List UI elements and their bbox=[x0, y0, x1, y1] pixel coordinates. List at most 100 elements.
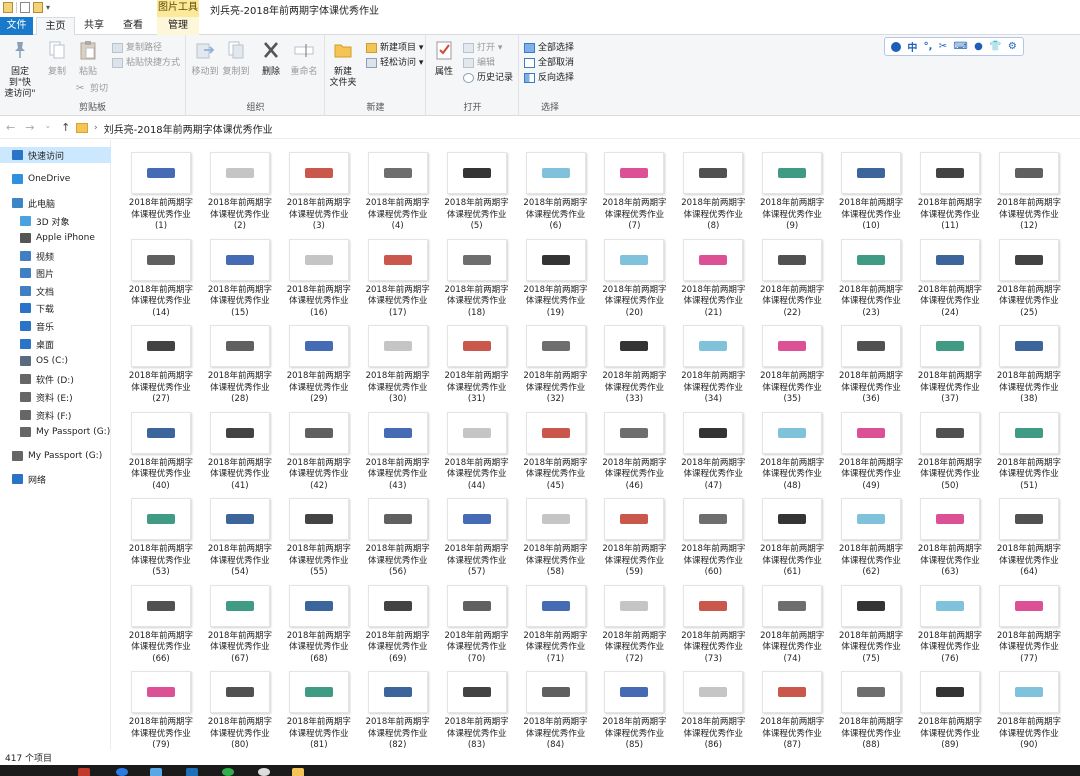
open-button[interactable]: 打开 ▾ bbox=[463, 41, 502, 55]
nav-item[interactable]: OneDrive bbox=[0, 171, 111, 187]
file-item[interactable]: 2018年前两期字 体课程优秀作业 (10) bbox=[833, 142, 909, 231]
file-item[interactable]: 2018年前两期字 体课程优秀作业 (88) bbox=[833, 661, 909, 750]
file-item[interactable]: 2018年前两期字 体课程优秀作业 (67) bbox=[202, 575, 278, 664]
file-item[interactable]: 2018年前两期字 体课程优秀作业 (15) bbox=[202, 229, 278, 318]
recent-chevron-icon[interactable]: ⌄ bbox=[44, 121, 51, 134]
file-item[interactable]: 2018年前两期字 体课程优秀作业 (54) bbox=[202, 488, 278, 577]
file-item[interactable]: 2018年前两期字 体课程优秀作业 (18) bbox=[439, 229, 515, 318]
breadcrumb-chevron-icon[interactable]: › bbox=[94, 123, 98, 133]
file-item[interactable]: 2018年前两期字 体课程优秀作业 (27) bbox=[123, 315, 199, 404]
file-item[interactable]: 2018年前两期字 体课程优秀作业 (64) bbox=[991, 488, 1067, 577]
file-item[interactable]: 2018年前两期字 体课程优秀作业 (71) bbox=[518, 575, 594, 664]
file-item[interactable]: 2018年前两期字 体课程优秀作业 (58) bbox=[518, 488, 594, 577]
file-item[interactable]: 2018年前两期字 体课程优秀作业 (29) bbox=[281, 315, 357, 404]
file-item[interactable]: 2018年前两期字 体课程优秀作业 (11) bbox=[912, 142, 988, 231]
edit-button[interactable]: 编辑 bbox=[463, 56, 495, 70]
taskbar-app-icon[interactable] bbox=[258, 768, 270, 776]
file-item[interactable]: 2018年前两期字 体课程优秀作业 (68) bbox=[281, 575, 357, 664]
new-item-button[interactable]: 新建项目 ▾ bbox=[366, 41, 423, 55]
tab-share[interactable]: 共享 bbox=[78, 17, 110, 35]
file-item[interactable]: 2018年前两期字 体课程优秀作业 (48) bbox=[754, 402, 830, 491]
file-item[interactable]: 2018年前两期字 体课程优秀作业 (53) bbox=[123, 488, 199, 577]
nav-item[interactable]: 文档 bbox=[0, 283, 111, 299]
nav-item[interactable]: Apple iPhone bbox=[0, 230, 111, 246]
select-none-button[interactable]: 全部取消 bbox=[524, 56, 574, 70]
nav-item[interactable]: 快速访问 bbox=[0, 147, 111, 163]
file-item[interactable]: 2018年前两期字 体课程优秀作业 (23) bbox=[833, 229, 909, 318]
back-arrow-icon[interactable]: ← bbox=[6, 121, 15, 134]
ime-punctuation[interactable]: °, bbox=[924, 41, 933, 52]
ime-skin-icon[interactable]: 👕 bbox=[989, 41, 1001, 52]
file-item[interactable]: 2018年前两期字 体课程优秀作业 (8) bbox=[675, 142, 751, 231]
file-item[interactable]: 2018年前两期字 体课程优秀作业 (45) bbox=[518, 402, 594, 491]
nav-item[interactable]: My Passport (G:) bbox=[0, 448, 111, 464]
file-item[interactable]: 2018年前两期字 体课程优秀作业 (7) bbox=[596, 142, 672, 231]
file-item[interactable]: 2018年前两期字 体课程优秀作业 (9) bbox=[754, 142, 830, 231]
tab-manage[interactable]: 管理 bbox=[157, 17, 199, 35]
ime-chinese-mode[interactable]: 中 bbox=[907, 39, 917, 54]
file-item[interactable]: 2018年前两期字 体课程优秀作业 (75) bbox=[833, 575, 909, 664]
nav-item[interactable]: 3D 对象 bbox=[0, 213, 111, 229]
easy-access-button[interactable]: 轻松访问 ▾ bbox=[366, 56, 423, 70]
file-item[interactable]: 2018年前两期字 体课程优秀作业 (28) bbox=[202, 315, 278, 404]
ime-settings-icon[interactable]: ⚙ bbox=[1008, 41, 1017, 52]
file-item[interactable]: 2018年前两期字 体课程优秀作业 (6) bbox=[518, 142, 594, 231]
forward-arrow-icon[interactable]: → bbox=[25, 121, 34, 134]
file-item[interactable]: 2018年前两期字 体课程优秀作业 (87) bbox=[754, 661, 830, 750]
nav-item[interactable]: 软件 (D:) bbox=[0, 371, 111, 387]
pin-quick-access-button[interactable]: 固定到"快 速访问" bbox=[0, 39, 40, 100]
nav-item[interactable]: 图片 bbox=[0, 265, 111, 281]
file-item[interactable]: 2018年前两期字 体课程优秀作业 (22) bbox=[754, 229, 830, 318]
file-item[interactable]: 2018年前两期字 体课程优秀作业 (46) bbox=[596, 402, 672, 491]
qat-dropdown-icon[interactable]: ▾ bbox=[46, 3, 50, 12]
file-item[interactable]: 2018年前两期字 体课程优秀作业 (14) bbox=[123, 229, 199, 318]
file-item[interactable]: 2018年前两期字 体课程优秀作业 (51) bbox=[991, 402, 1067, 491]
file-item[interactable]: 2018年前两期字 体课程优秀作业 (5) bbox=[439, 142, 515, 231]
nav-item[interactable]: 音乐 bbox=[0, 318, 111, 334]
file-item[interactable]: 2018年前两期字 体课程优秀作业 (81) bbox=[281, 661, 357, 750]
ime-user-icon[interactable]: ● bbox=[974, 41, 983, 52]
taskbar-explorer-icon[interactable] bbox=[292, 768, 304, 776]
file-item[interactable]: 2018年前两期字 体课程优秀作业 (21) bbox=[675, 229, 751, 318]
address-field[interactable]: › 刘兵亮-2018年前两期字体课优秀作业 bbox=[76, 120, 1080, 136]
file-item[interactable]: 2018年前两期字 体课程优秀作业 (57) bbox=[439, 488, 515, 577]
file-item[interactable]: 2018年前两期字 体课程优秀作业 (85) bbox=[596, 661, 672, 750]
file-item[interactable]: 2018年前两期字 体课程优秀作业 (74) bbox=[754, 575, 830, 664]
nav-item[interactable]: 资料 (F:) bbox=[0, 407, 111, 423]
file-item[interactable]: 2018年前两期字 体课程优秀作业 (76) bbox=[912, 575, 988, 664]
nav-item[interactable]: 下载 bbox=[0, 300, 111, 316]
taskbar-app-icon[interactable] bbox=[78, 768, 90, 776]
file-item[interactable]: 2018年前两期字 体课程优秀作业 (86) bbox=[675, 661, 751, 750]
file-item[interactable]: 2018年前两期字 体课程优秀作业 (61) bbox=[754, 488, 830, 577]
file-item[interactable]: 2018年前两期字 体课程优秀作业 (63) bbox=[912, 488, 988, 577]
file-item[interactable]: 2018年前两期字 体课程优秀作业 (37) bbox=[912, 315, 988, 404]
tab-home[interactable]: 主页 bbox=[36, 17, 75, 36]
file-item[interactable]: 2018年前两期字 体课程优秀作业 (44) bbox=[439, 402, 515, 491]
taskbar-app-icon[interactable] bbox=[222, 768, 234, 776]
cut-button[interactable]: ✂ 剪切 bbox=[76, 82, 108, 96]
copy-path-button[interactable]: 复制路径 bbox=[112, 41, 162, 55]
file-item[interactable]: 2018年前两期字 体课程优秀作业 (40) bbox=[123, 402, 199, 491]
file-item[interactable]: 2018年前两期字 体课程优秀作业 (2) bbox=[202, 142, 278, 231]
file-item[interactable]: 2018年前两期字 体课程优秀作业 (38) bbox=[991, 315, 1067, 404]
nav-item[interactable]: 桌面 bbox=[0, 336, 111, 352]
file-item[interactable]: 2018年前两期字 体课程优秀作业 (83) bbox=[439, 661, 515, 750]
nav-item[interactable]: 网络 bbox=[0, 471, 111, 487]
file-item[interactable]: 2018年前两期字 体课程优秀作业 (3) bbox=[281, 142, 357, 231]
file-item[interactable]: 2018年前两期字 体课程优秀作业 (84) bbox=[518, 661, 594, 750]
file-item[interactable]: 2018年前两期字 体课程优秀作业 (56) bbox=[360, 488, 436, 577]
file-item[interactable]: 2018年前两期字 体课程优秀作业 (24) bbox=[912, 229, 988, 318]
file-item[interactable]: 2018年前两期字 体课程优秀作业 (41) bbox=[202, 402, 278, 491]
file-item[interactable]: 2018年前两期字 体课程优秀作业 (20) bbox=[596, 229, 672, 318]
up-arrow-icon[interactable]: ↑ bbox=[61, 121, 70, 134]
file-item[interactable]: 2018年前两期字 体课程优秀作业 (42) bbox=[281, 402, 357, 491]
history-button[interactable]: 历史记录 bbox=[463, 71, 513, 85]
file-item[interactable]: 2018年前两期字 体课程优秀作业 (25) bbox=[991, 229, 1067, 318]
ime-keyboard-icon[interactable]: ⌨ bbox=[953, 41, 967, 52]
new-folder-icon[interactable] bbox=[33, 2, 43, 13]
copy-button[interactable]: 复制 bbox=[44, 39, 70, 78]
new-folder-button[interactable]: 新建 文件夹 bbox=[328, 39, 358, 89]
file-item[interactable]: 2018年前两期字 体课程优秀作业 (43) bbox=[360, 402, 436, 491]
file-item[interactable]: 2018年前两期字 体课程优秀作业 (90) bbox=[991, 661, 1067, 750]
file-item[interactable]: 2018年前两期字 体课程优秀作业 (32) bbox=[518, 315, 594, 404]
